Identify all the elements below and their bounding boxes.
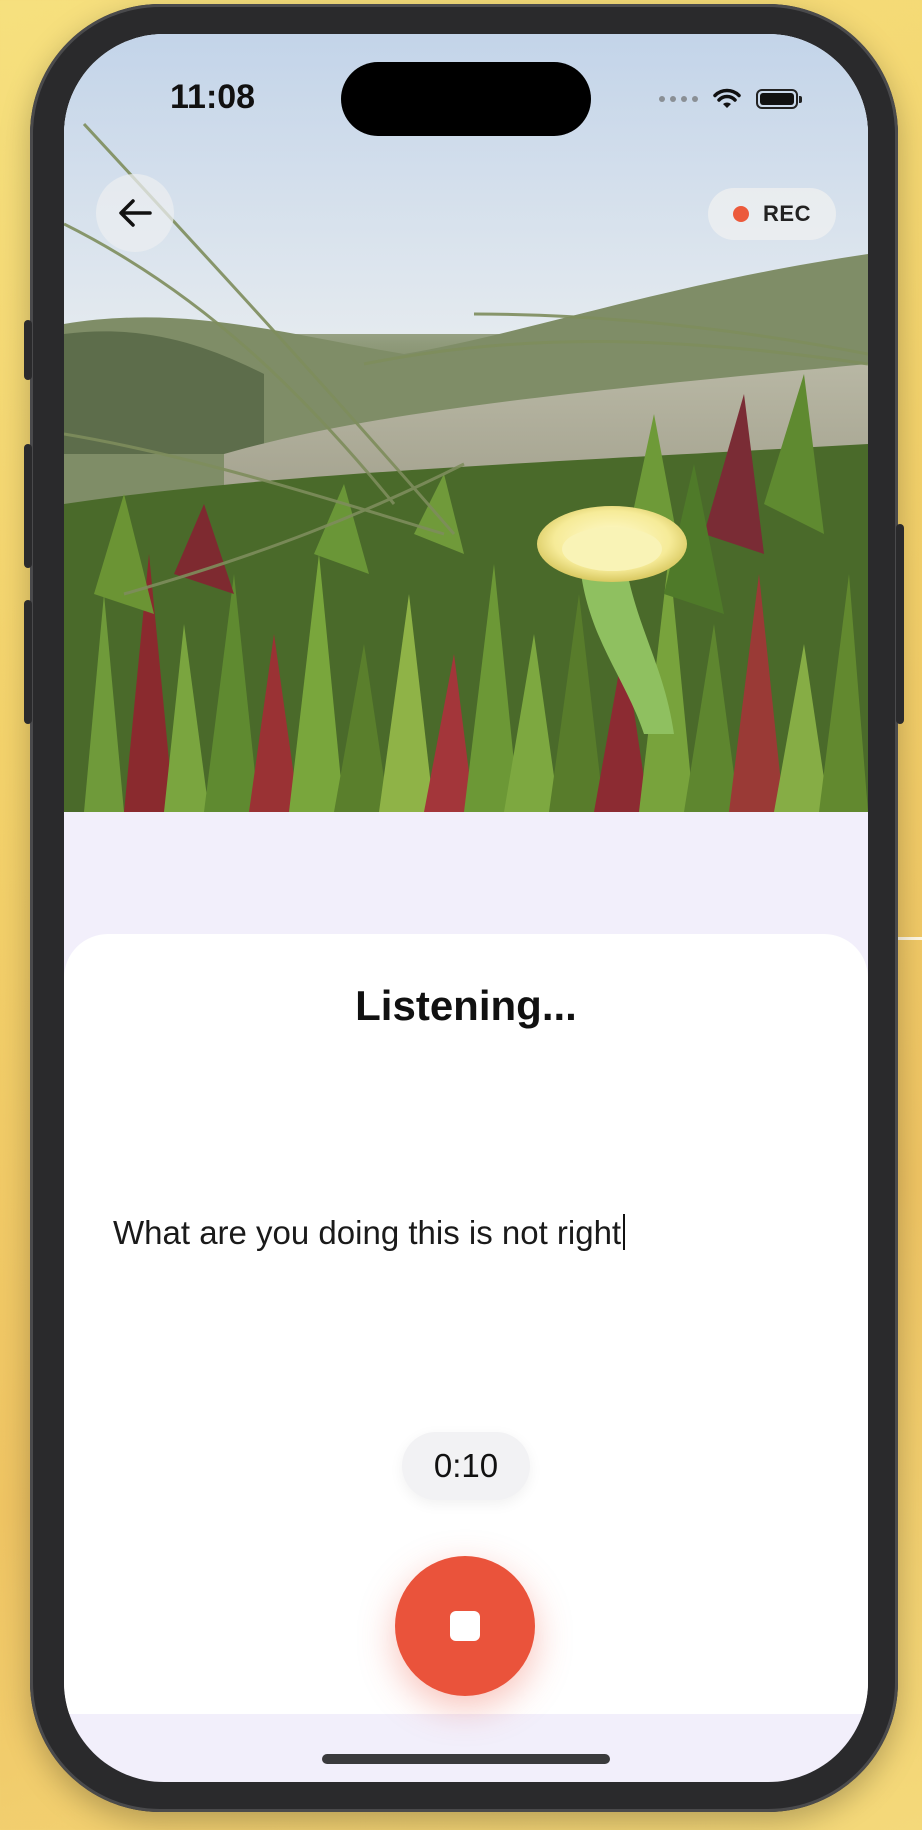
battery-icon — [756, 89, 802, 109]
transcript-value: What are you doing this is not right — [113, 1214, 622, 1251]
arrow-left-icon — [119, 199, 152, 227]
app-screen: 11:08 REC Listening... What are you doin… — [64, 34, 868, 1782]
background-decoration — [895, 937, 922, 940]
stop-recording-button[interactable] — [395, 1556, 535, 1696]
power-button — [896, 524, 904, 724]
rec-label: REC — [763, 201, 811, 226]
back-button[interactable] — [96, 174, 174, 252]
stop-icon — [450, 1611, 480, 1641]
status-time: 11:08 — [170, 78, 256, 116]
wifi-icon — [713, 88, 741, 108]
recording-dot-icon — [733, 206, 750, 222]
sheet-title: Listening... — [355, 982, 577, 1029]
volume-down-button — [24, 600, 32, 724]
captured-photo — [64, 34, 868, 812]
action-button — [24, 320, 32, 380]
dynamic-island — [341, 62, 591, 136]
text-cursor — [623, 1214, 626, 1250]
status-icons — [659, 82, 802, 116]
signal-icon — [659, 96, 698, 102]
recording-timer: 0:10 — [402, 1432, 530, 1500]
home-indicator[interactable] — [322, 1754, 610, 1764]
recording-indicator: REC — [708, 188, 836, 240]
volume-up-button — [24, 444, 32, 568]
transcript-text: What are you doing this is not right — [113, 1214, 626, 1252]
